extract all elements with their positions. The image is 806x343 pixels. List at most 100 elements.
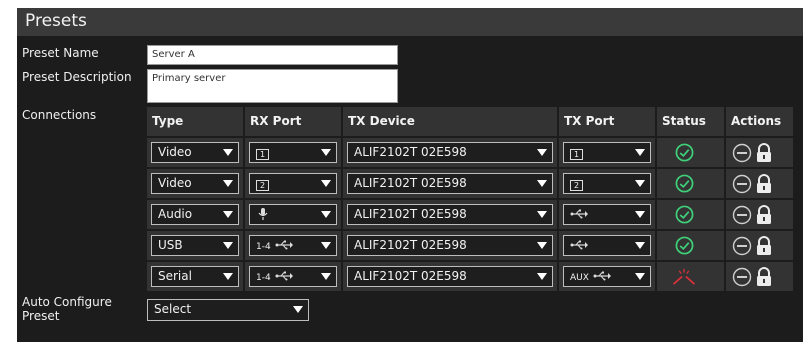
column-type: Type bbox=[147, 107, 243, 136]
microphone-icon bbox=[258, 208, 268, 220]
preset-name-label: Preset Name bbox=[22, 46, 99, 60]
tx-port-number: 2 bbox=[573, 181, 580, 190]
rx-port-number: 1 bbox=[259, 150, 266, 159]
type-value: Video bbox=[158, 176, 192, 190]
lock-icon[interactable] bbox=[757, 205, 771, 224]
chevron-down-icon bbox=[223, 149, 233, 156]
type-select[interactable]: Video bbox=[151, 142, 239, 163]
panel-header: Presets bbox=[17, 8, 803, 36]
chevron-down-icon bbox=[635, 180, 645, 187]
chevron-down-icon bbox=[635, 242, 645, 249]
chevron-down-icon bbox=[537, 149, 547, 156]
table-cell-tx-port: AUX bbox=[559, 262, 655, 291]
table-cell-type: Serial bbox=[147, 262, 243, 291]
tx-device-value: ALIF2102T 02E598 bbox=[354, 269, 467, 283]
table-cell-status bbox=[657, 138, 724, 167]
table-cell-type: Video bbox=[147, 138, 243, 167]
tx-device-value: ALIF2102T 02E598 bbox=[354, 238, 467, 252]
chevron-down-icon bbox=[537, 242, 547, 249]
remove-icon[interactable] bbox=[732, 174, 752, 194]
column-tx-port: TX Port bbox=[559, 107, 655, 136]
tx-device-value: ALIF2102T 02E598 bbox=[354, 176, 467, 190]
chevron-down-icon bbox=[537, 211, 547, 218]
usb-icon bbox=[570, 209, 588, 219]
column-rx-port: RX Port bbox=[245, 107, 341, 136]
table-cell-actions bbox=[726, 262, 793, 291]
chevron-down-icon bbox=[321, 242, 331, 249]
table-cell-type: USB bbox=[147, 231, 243, 260]
tx-port-select[interactable]: AUX bbox=[563, 266, 651, 287]
rx-port-select[interactable]: 1 bbox=[249, 142, 337, 163]
auto-configure-label: Auto Configure Preset bbox=[22, 295, 112, 323]
rx-port-select[interactable]: 1-4 bbox=[249, 235, 337, 256]
disconnected-icon bbox=[672, 268, 696, 285]
auto-configure-value: Select bbox=[154, 302, 192, 316]
auto-configure-label-line2: Preset bbox=[22, 309, 60, 323]
rx-port-select[interactable]: 1-4 bbox=[249, 266, 337, 287]
lock-icon[interactable] bbox=[757, 236, 771, 255]
table-cell-actions bbox=[726, 169, 793, 198]
preset-name-input[interactable]: Server A bbox=[147, 45, 398, 65]
chevron-down-icon bbox=[635, 273, 645, 280]
table-cell-status bbox=[657, 231, 724, 260]
usb-icon bbox=[593, 271, 611, 281]
rx-port-number: 2 bbox=[259, 181, 266, 190]
type-select[interactable]: USB bbox=[151, 235, 239, 256]
chevron-down-icon bbox=[635, 211, 645, 218]
tx-device-select[interactable]: ALIF2102T 02E598 bbox=[347, 266, 553, 287]
rx-port-select[interactable]: 2 bbox=[249, 173, 337, 194]
tx-port-number: 1 bbox=[573, 150, 580, 159]
row-actions-icons bbox=[732, 267, 771, 287]
table-cell-rx-port: 1-4 bbox=[245, 231, 341, 260]
preset-description-label: Preset Description bbox=[22, 70, 132, 84]
monitor-1-icon: 1 bbox=[256, 149, 269, 160]
table-cell-status bbox=[657, 169, 724, 198]
row-actions-icons bbox=[732, 143, 771, 163]
auto-configure-label-line1: Auto Configure bbox=[22, 295, 112, 309]
type-select[interactable]: Serial bbox=[151, 266, 239, 287]
tx-port-select[interactable] bbox=[563, 235, 651, 256]
tx-device-select[interactable]: ALIF2102T 02E598 bbox=[347, 204, 553, 225]
table-cell-status bbox=[657, 200, 724, 229]
tx-device-select[interactable]: ALIF2102T 02E598 bbox=[347, 235, 553, 256]
type-value: Video bbox=[158, 145, 192, 159]
table-cell-rx-port: 2 bbox=[245, 169, 341, 198]
column-tx-device: TX Device bbox=[343, 107, 557, 136]
lock-icon[interactable] bbox=[757, 174, 771, 193]
tx-port-select[interactable]: 2 bbox=[563, 173, 651, 194]
tx-device-select[interactable]: ALIF2102T 02E598 bbox=[347, 142, 553, 163]
chevron-down-icon bbox=[537, 273, 547, 280]
type-select[interactable]: Video bbox=[151, 173, 239, 194]
chevron-down-icon bbox=[321, 211, 331, 218]
usb-icon bbox=[275, 271, 293, 281]
rx-port-text: 1-4 bbox=[256, 242, 271, 252]
rx-port-select[interactable] bbox=[249, 204, 337, 225]
table-cell-actions bbox=[726, 138, 793, 167]
chevron-down-icon bbox=[223, 273, 233, 280]
tx-device-select[interactable]: ALIF2102T 02E598 bbox=[347, 173, 553, 194]
check-circle-icon bbox=[675, 143, 694, 162]
lock-icon[interactable] bbox=[757, 267, 771, 286]
type-value: Audio bbox=[158, 207, 193, 221]
remove-icon[interactable] bbox=[732, 236, 752, 256]
table-cell-tx-device: ALIF2102T 02E598 bbox=[343, 138, 557, 167]
tx-port-select[interactable] bbox=[563, 204, 651, 225]
remove-icon[interactable] bbox=[732, 143, 752, 163]
preset-description-input[interactable]: Primary server bbox=[147, 69, 398, 103]
remove-icon[interactable] bbox=[732, 205, 752, 225]
monitor-1-icon: 1 bbox=[570, 149, 583, 160]
tx-port-select[interactable]: 1 bbox=[563, 142, 651, 163]
row-actions-icons bbox=[732, 174, 771, 194]
auto-configure-select[interactable]: Select bbox=[147, 299, 309, 321]
table-cell-tx-port: 1 bbox=[559, 138, 655, 167]
table-cell-rx-port bbox=[245, 200, 341, 229]
row-actions-icons bbox=[732, 205, 771, 225]
table-cell-actions bbox=[726, 231, 793, 260]
chevron-down-icon bbox=[635, 149, 645, 156]
monitor-2-icon: 2 bbox=[256, 180, 269, 191]
remove-icon[interactable] bbox=[732, 267, 752, 287]
lock-icon[interactable] bbox=[757, 143, 771, 162]
type-value: USB bbox=[158, 238, 183, 252]
type-select[interactable]: Audio bbox=[151, 204, 239, 225]
chevron-down-icon bbox=[321, 149, 331, 156]
